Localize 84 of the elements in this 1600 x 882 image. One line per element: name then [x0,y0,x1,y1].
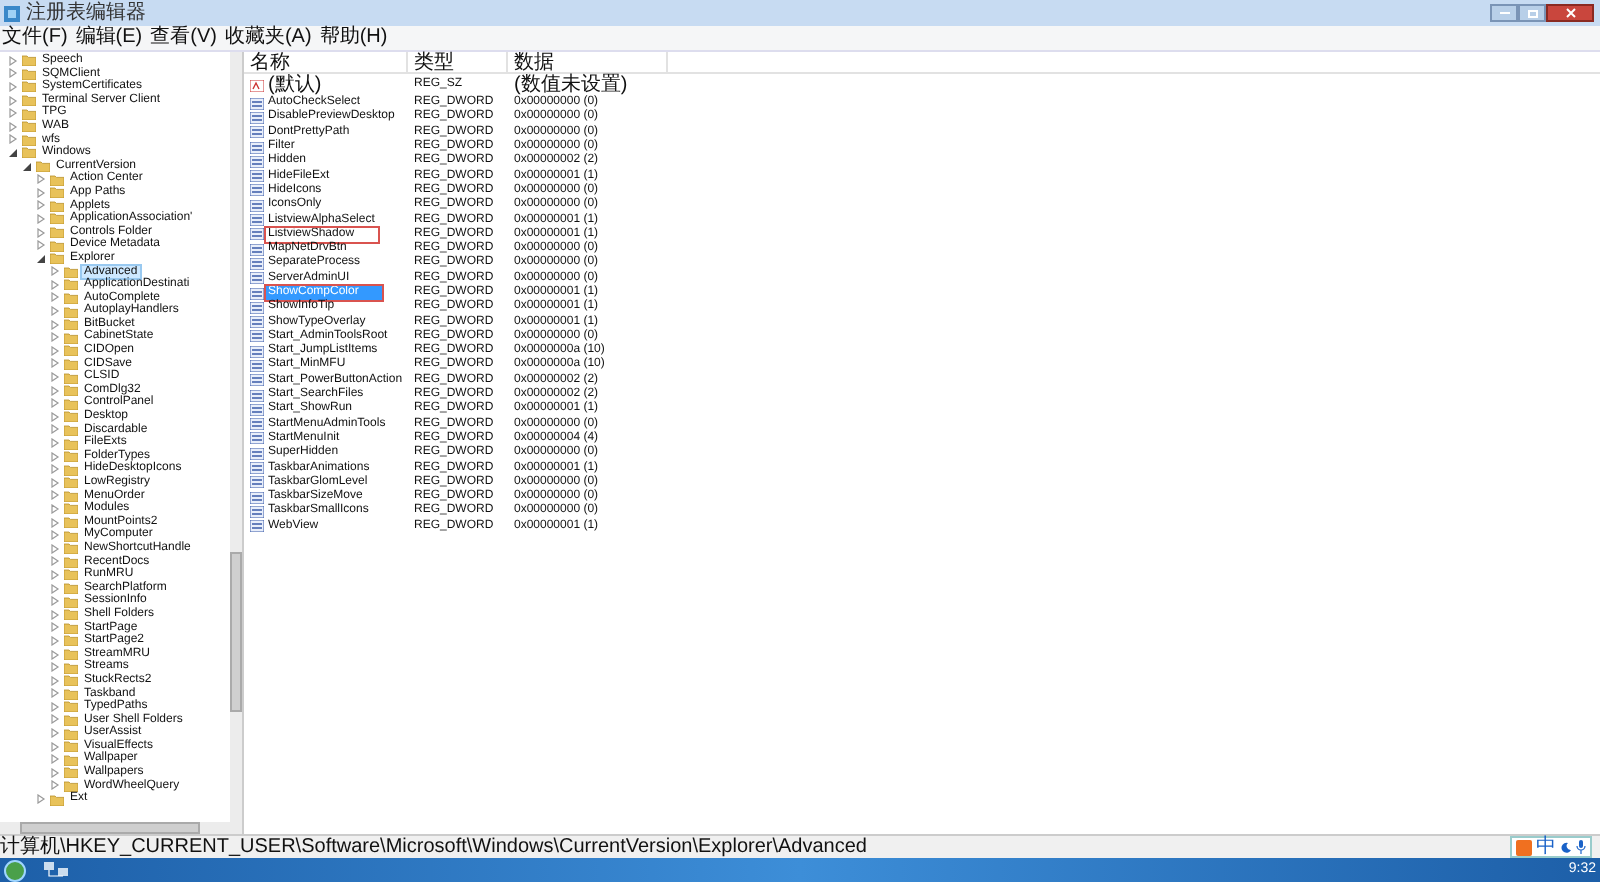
expand-arrow-icon[interactable] [50,530,60,541]
expand-arrow-icon[interactable] [50,372,60,383]
expand-arrow-icon[interactable] [50,728,60,739]
value-name[interactable]: (默认) [266,74,324,96]
value-data: (数值未设置) [512,74,630,96]
expand-arrow-icon[interactable] [8,108,18,119]
expand-arrow-icon[interactable] [50,754,60,765]
menu-item[interactable]: 文件(F) [2,26,68,50]
expand-arrow-icon[interactable] [50,609,60,620]
expand-arrow-icon[interactable] [50,556,60,567]
expand-arrow-icon[interactable] [50,596,60,607]
expand-arrow-icon[interactable] [8,81,18,92]
expand-arrow-icon[interactable] [50,662,60,673]
close-button[interactable] [1546,4,1594,22]
expand-arrow-icon[interactable] [50,438,60,449]
expand-arrow-icon[interactable] [50,477,60,488]
expand-arrow-icon[interactable] [50,319,60,330]
expand-arrow-icon[interactable] [50,292,60,303]
close-icon [1565,8,1575,18]
scrollbar-thumb[interactable] [230,552,242,712]
menu-item[interactable]: 帮助(H) [319,26,388,50]
expand-arrow-icon[interactable] [50,385,60,396]
scrollbar-thumb[interactable] [20,822,200,834]
expand-arrow-icon[interactable] [50,675,60,686]
ime-logo-icon [1516,839,1532,855]
menu-item[interactable]: 编辑(E) [75,26,143,50]
collapse-arrow-icon[interactable] [22,161,32,172]
expand-arrow-icon[interactable] [50,451,60,462]
expand-arrow-icon[interactable] [50,635,60,646]
expand-arrow-icon[interactable] [50,569,60,580]
network-icon[interactable] [42,860,70,880]
window-title: 注册表编辑器 [26,1,146,25]
minimize-button[interactable] [1490,4,1518,22]
maximize-button[interactable] [1518,4,1546,22]
ime-toolbar[interactable]: 中 [1510,836,1592,858]
microphone-icon[interactable] [1576,840,1586,854]
expand-arrow-icon[interactable] [8,55,18,66]
expand-arrow-icon[interactable] [50,279,60,290]
expand-arrow-icon[interactable] [8,121,18,132]
expand-arrow-icon[interactable] [50,543,60,554]
maximize-icon [1527,9,1537,17]
expand-arrow-icon[interactable] [50,767,60,778]
horizontal-scrollbar[interactable] [0,822,242,834]
expand-arrow-icon[interactable] [50,714,60,725]
status-bar-path: 计算机\HKEY_CURRENT_USER\Software\Microsoft\Windows\CurrentVersion\Explorer\Advanced [0,836,867,858]
expand-arrow-icon[interactable] [50,503,60,514]
expand-arrow-icon[interactable] [50,622,60,633]
expand-arrow-icon[interactable] [8,95,18,106]
expand-arrow-icon[interactable] [50,345,60,356]
expand-arrow-icon[interactable] [50,701,60,712]
expand-arrow-icon[interactable] [36,794,46,805]
expand-arrow-icon[interactable] [50,583,60,594]
vertical-scrollbar[interactable] [230,52,242,822]
expand-arrow-icon[interactable] [50,741,60,752]
menu-item[interactable]: 收藏夹(A) [224,26,312,50]
expand-arrow-icon[interactable] [36,213,46,224]
expand-arrow-icon[interactable] [50,517,60,528]
string-value-icon [250,79,264,91]
moon-icon[interactable] [1560,841,1572,853]
expand-arrow-icon[interactable] [50,306,60,317]
expand-arrow-icon[interactable] [36,227,46,238]
column-header[interactable]: 数据 [508,51,668,73]
expand-arrow-icon[interactable] [36,200,46,211]
expand-arrow-icon[interactable] [50,358,60,369]
expand-arrow-icon[interactable] [50,780,60,791]
input-mode[interactable]: 中 [1536,837,1556,857]
column-header[interactable]: 类型 [408,51,508,73]
expand-arrow-icon[interactable] [8,68,18,79]
expand-arrow-icon[interactable] [50,398,60,409]
collapse-arrow-icon[interactable] [8,147,18,158]
expand-arrow-icon[interactable] [50,332,60,343]
expand-arrow-icon[interactable] [36,187,46,198]
expand-arrow-icon[interactable] [50,649,60,660]
expand-arrow-icon[interactable] [50,490,60,501]
expand-arrow-icon[interactable] [50,424,60,435]
menu-item[interactable]: 查看(V) [150,26,217,50]
column-header[interactable]: 名称 [244,51,408,73]
collapse-arrow-icon[interactable] [36,253,46,264]
expand-arrow-icon[interactable] [50,464,60,475]
app-icon [4,5,20,21]
start-button[interactable] [4,859,26,881]
minimize-icon [1499,12,1509,14]
expand-arrow-icon[interactable] [50,411,60,422]
expand-arrow-icon[interactable] [50,688,60,699]
